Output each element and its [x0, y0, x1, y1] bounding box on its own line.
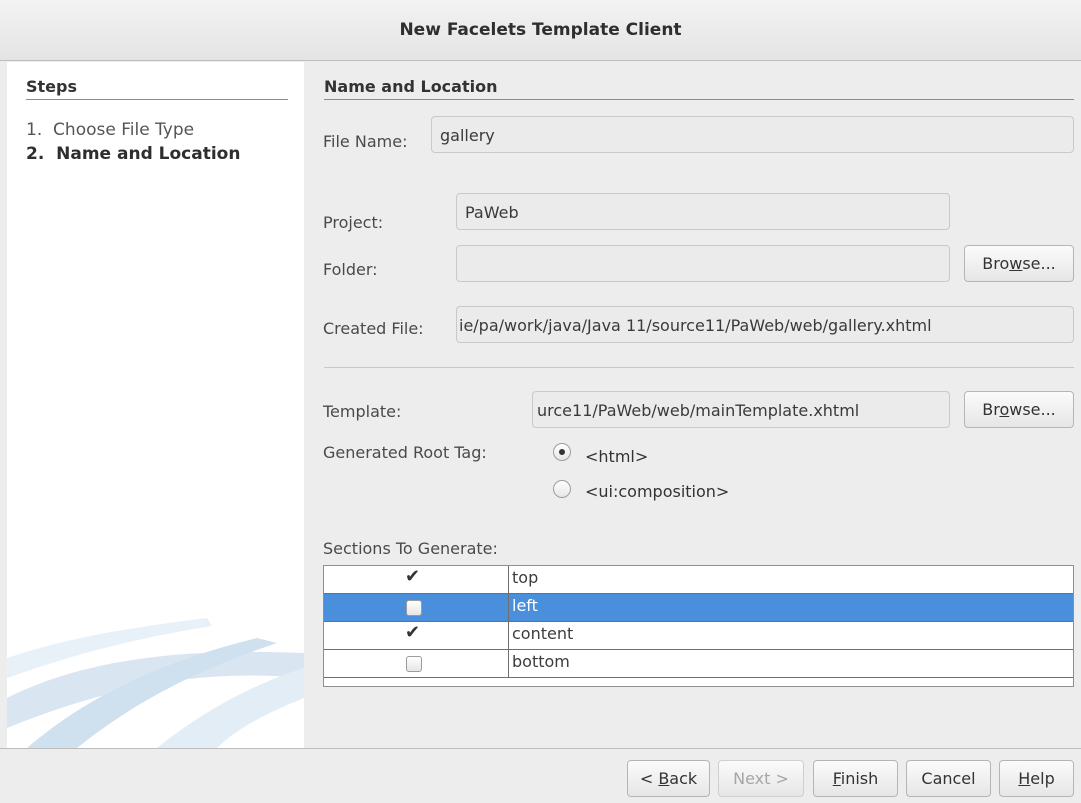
section-title: Name and Location	[324, 77, 1074, 100]
cancel-button[interactable]: Cancel	[906, 760, 991, 797]
folder-label: Folder:	[323, 260, 378, 279]
folder-browse-button[interactable]: Browse...	[964, 245, 1074, 282]
step-number: 1.	[26, 120, 43, 140]
section-name: left	[512, 596, 538, 615]
dialog-footer: < Back Next > Finish Cancel Help	[0, 748, 1081, 803]
back-button[interactable]: < Back	[627, 760, 710, 797]
section-checkbox[interactable]	[405, 566, 422, 588]
section-name: top	[512, 568, 539, 587]
name-and-location-panel: Name and Location File Name: gallery Pro…	[304, 62, 1081, 748]
help-button[interactable]: Help	[999, 760, 1074, 797]
table-row[interactable]: top	[324, 566, 1073, 594]
separator	[324, 367, 1074, 368]
project-label: Project:	[323, 213, 384, 232]
template-label: Template:	[323, 402, 402, 421]
section-name: bottom	[512, 652, 570, 671]
template-browse-button[interactable]: Browse...	[964, 391, 1074, 428]
steps-panel: Steps 1. Choose File Type 2. Name and Lo…	[7, 62, 304, 748]
decorative-swoosh-image	[7, 618, 304, 748]
step-number: 2.	[26, 144, 45, 164]
file-name-field[interactable]: gallery	[431, 116, 1074, 153]
steps-heading: Steps	[26, 77, 288, 100]
section-checkbox[interactable]	[405, 622, 422, 644]
dialog-title: New Facelets Template Client	[0, 0, 1081, 61]
created-file-label: Created File:	[323, 319, 424, 338]
table-row[interactable]: content	[324, 622, 1073, 650]
next-button[interactable]: Next >	[718, 760, 804, 797]
project-field[interactable]: PaWeb	[456, 193, 950, 230]
step-choose-file-type: 1. Choose File Type	[26, 120, 194, 140]
section-name: content	[512, 624, 574, 643]
root-tag-ui-composition-radio[interactable]	[553, 480, 571, 498]
section-checkbox[interactable]	[406, 656, 422, 672]
root-tag-html-radio[interactable]	[553, 443, 571, 461]
finish-button[interactable]: Finish	[813, 760, 898, 797]
root-tag-label: Generated Root Tag:	[323, 443, 487, 462]
step-label: Choose File Type	[53, 120, 195, 140]
step-name-and-location: 2. Name and Location	[26, 144, 240, 164]
file-name-label: File Name:	[323, 132, 408, 151]
folder-field[interactable]	[456, 245, 950, 282]
table-row[interactable]: bottom	[324, 650, 1073, 678]
sections-table: top left content bottom	[323, 565, 1074, 687]
section-checkbox[interactable]	[406, 600, 422, 616]
sections-label: Sections To Generate:	[323, 539, 498, 558]
root-tag-ui-composition-label: <ui:composition>	[585, 482, 730, 501]
created-file-field[interactable]: ie/pa/work/java/Java 11/source11/PaWeb/w…	[456, 306, 1074, 343]
root-tag-html-label: <html>	[585, 447, 649, 466]
step-label: Name and Location	[56, 144, 241, 164]
table-row[interactable]: left	[324, 594, 1073, 622]
template-field[interactable]: urce11/PaWeb/web/mainTemplate.xhtml	[532, 391, 950, 428]
